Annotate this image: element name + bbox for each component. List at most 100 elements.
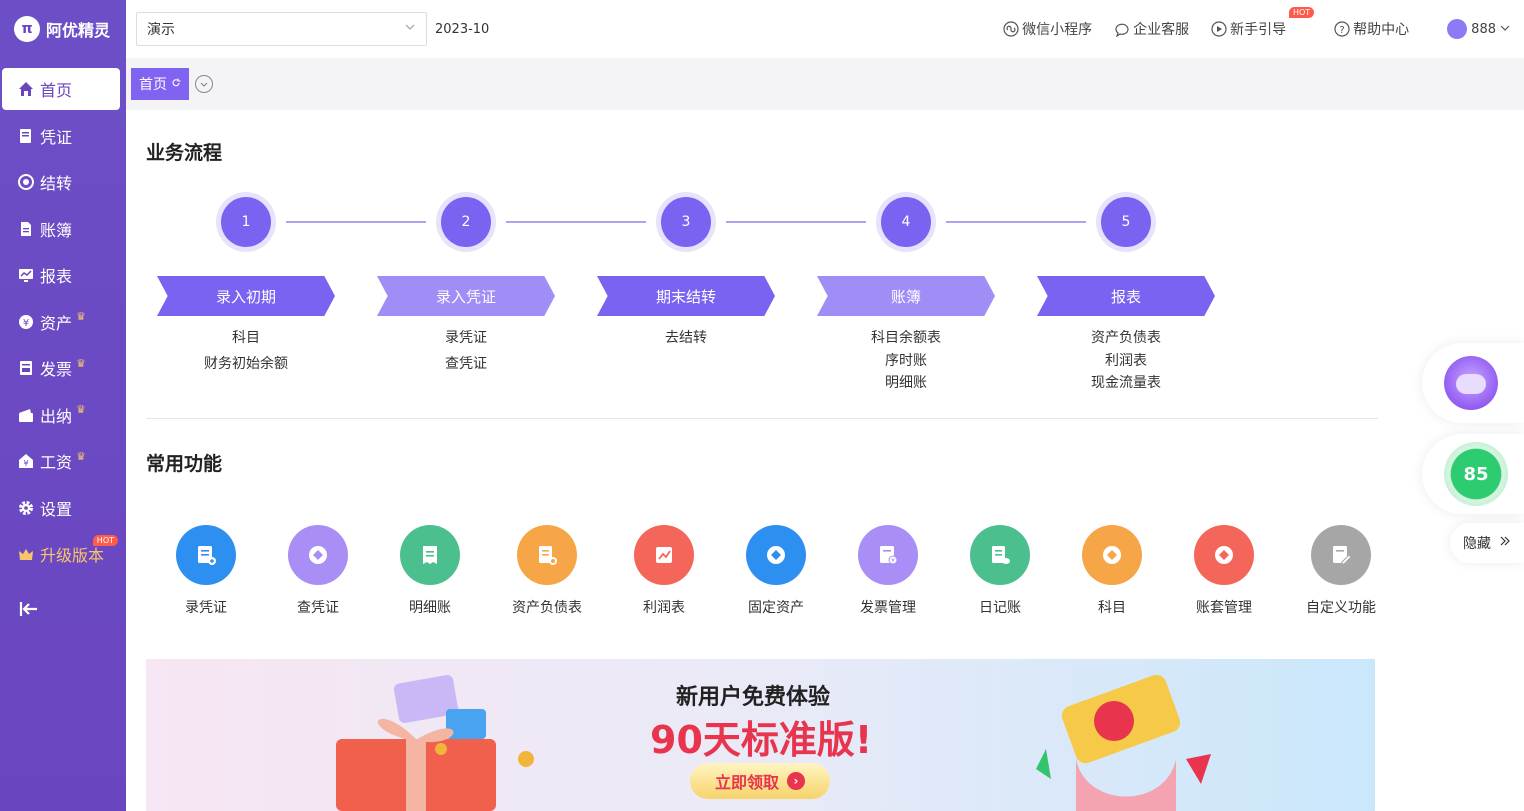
step-link[interactable]: 查凭证	[377, 352, 555, 376]
account-select[interactable]: 演示	[136, 12, 427, 46]
link-help[interactable]: ? 帮助中心	[1334, 19, 1409, 39]
func-label: 科目	[1098, 600, 1126, 616]
user-name: 888	[1471, 21, 1496, 37]
tab-more-chevron-icon[interactable]	[195, 75, 213, 93]
sidebar-item-report[interactable]: 报表	[2, 254, 120, 296]
func-voucher-add[interactable]: 录凭证	[156, 525, 256, 617]
sidebar-item-label: 设置	[40, 499, 73, 519]
step-link[interactable]: 科目	[157, 326, 335, 350]
hide-label: 隐藏	[1463, 536, 1491, 552]
brand-name: 阿优精灵	[46, 21, 111, 40]
step-banner[interactable]: 期末结转	[597, 276, 775, 316]
sidebar-item-voucher[interactable]: 凭证	[2, 115, 120, 157]
tab-home[interactable]: 首页	[131, 68, 189, 100]
promo-line1: 新用户免费体验	[676, 685, 831, 710]
sidebar-item-label: 账簿	[40, 220, 73, 240]
period-label[interactable]: 2023-10	[435, 22, 489, 37]
func-custom[interactable]: 自定义功能	[1291, 525, 1391, 617]
hot-badge: HOT	[1288, 7, 1315, 18]
flow-connector	[506, 221, 646, 223]
tab-bar: 首页	[126, 58, 1524, 110]
func-detail-ledger[interactable]: 明细账	[380, 525, 480, 617]
hot-badge: HOT	[92, 535, 118, 546]
step-link[interactable]: 科目余额表	[817, 326, 995, 350]
salary-icon: ¥	[18, 453, 34, 469]
step-number: 5	[1101, 197, 1151, 247]
custom-icon	[1311, 525, 1371, 585]
step-link[interactable]: 利润表	[1037, 350, 1215, 372]
sidebar-item-label: 出纳	[40, 406, 73, 426]
hide-widgets-button[interactable]: 隐藏	[1450, 523, 1524, 563]
step-number: 1	[221, 197, 271, 247]
sidebar-item-label: 报表	[40, 267, 73, 286]
sidebar-item-asset[interactable]: ¥ 资产 ♛	[2, 301, 120, 343]
crown-icon: ♛	[76, 403, 86, 416]
promo-banner[interactable]: 新用户免费体验 90天标准版! 立即领取 ›	[146, 659, 1375, 811]
func-profit[interactable]: 利润表	[614, 525, 714, 617]
sidebar-item-home[interactable]: 首页	[2, 68, 120, 110]
step-link[interactable]: 财务初始余额	[157, 352, 335, 376]
func-voucher-search[interactable]: 查凭证	[268, 525, 368, 617]
home-icon	[18, 81, 34, 97]
subject-icon	[1082, 525, 1142, 585]
step-link[interactable]: 序时账	[817, 350, 995, 372]
sidebar-item-upgrade[interactable]: 升级版本 HOT	[2, 533, 120, 575]
sidebar-item-transfer[interactable]: 结转	[2, 161, 120, 203]
link-customer-service[interactable]: 企业客服	[1114, 19, 1189, 39]
health-score-widget[interactable]: 85	[1422, 434, 1524, 514]
func-fixed-asset[interactable]: 固定资产	[726, 525, 826, 617]
func-subject[interactable]: 科目	[1062, 525, 1162, 617]
refresh-icon[interactable]	[171, 76, 181, 92]
func-balance-sheet[interactable]: 资产负债表	[497, 525, 597, 617]
func-account-set[interactable]: 账套管理	[1174, 525, 1274, 617]
sidebar-item-label: 凭证	[40, 127, 73, 147]
step-items: 科目 财务初始余额	[157, 326, 335, 376]
section-divider	[146, 418, 1378, 419]
ticket-hand-illustration	[1036, 674, 1211, 811]
promo-line2: 90天标准版!	[650, 718, 873, 762]
func-label: 明细账	[409, 600, 451, 616]
func-journal[interactable]: 日记账	[950, 525, 1050, 617]
sidebar-item-label: 结转	[40, 174, 73, 193]
avatar	[1447, 19, 1468, 39]
step-banner[interactable]: 录入凭证	[377, 276, 555, 316]
step-link[interactable]: 明细账	[817, 372, 995, 394]
step-banner[interactable]: 录入初期	[157, 276, 335, 316]
promo-claim-button[interactable]: 立即领取 ›	[690, 763, 830, 799]
user-menu[interactable]: 888	[1447, 19, 1510, 39]
step-number: 3	[661, 197, 711, 247]
sidebar-nav: 首页 凭证 结转 账簿 报表 ¥ 资产 ♛ 发票 ♛ 出纳 ♛ ¥ 工资 ♛ 设…	[0, 68, 126, 575]
health-score: 85	[1444, 442, 1508, 506]
invoice-manage-icon: ¥	[858, 525, 918, 585]
double-chevron-right-icon	[1499, 535, 1511, 551]
step-banner[interactable]: 账簿	[817, 276, 995, 316]
sidebar-item-ledger[interactable]: 账簿	[2, 208, 120, 250]
customer-service-icon	[1114, 21, 1130, 38]
step-link[interactable]: 去结转	[597, 326, 775, 350]
sidebar-item-invoice[interactable]: 发票 ♛	[2, 347, 120, 389]
step-link[interactable]: 资产负债表	[1037, 326, 1215, 350]
sidebar: π 阿优精灵 首页 凭证 结转 账簿 报表 ¥ 资产 ♛ 发票 ♛ 出纳 ♛ ¥…	[0, 0, 126, 811]
assistant-robot-widget[interactable]	[1422, 343, 1524, 423]
crown-icon: ♛	[76, 310, 86, 323]
step-link[interactable]: 现金流量表	[1037, 372, 1215, 394]
sidebar-item-settings[interactable]: 设置	[2, 487, 120, 529]
invoice-icon	[18, 360, 34, 376]
link-guide[interactable]: 新手引导 HOT	[1211, 7, 1315, 39]
step-number: 4	[881, 197, 931, 247]
gear-icon	[18, 500, 34, 516]
help-icon: ?	[1334, 21, 1350, 37]
link-mini-program[interactable]: 微信小程序	[1003, 19, 1092, 39]
link-label: 微信小程序	[1022, 22, 1093, 38]
func-invoice-manage[interactable]: ¥ 发票管理	[838, 525, 938, 617]
sidebar-item-cashier[interactable]: 出纳 ♛	[2, 394, 120, 436]
sidebar-item-salary[interactable]: ¥ 工资 ♛	[2, 440, 120, 482]
flow-connector	[946, 221, 1086, 223]
step-link[interactable]: 录凭证	[377, 326, 555, 350]
mini-program-icon	[1003, 21, 1019, 37]
sidebar-item-label: 发票	[40, 360, 73, 379]
gift-box-illustration	[336, 675, 534, 811]
report-icon	[18, 267, 34, 283]
step-banner[interactable]: 报表	[1037, 276, 1215, 316]
collapse-sidebar-icon[interactable]	[18, 598, 40, 620]
